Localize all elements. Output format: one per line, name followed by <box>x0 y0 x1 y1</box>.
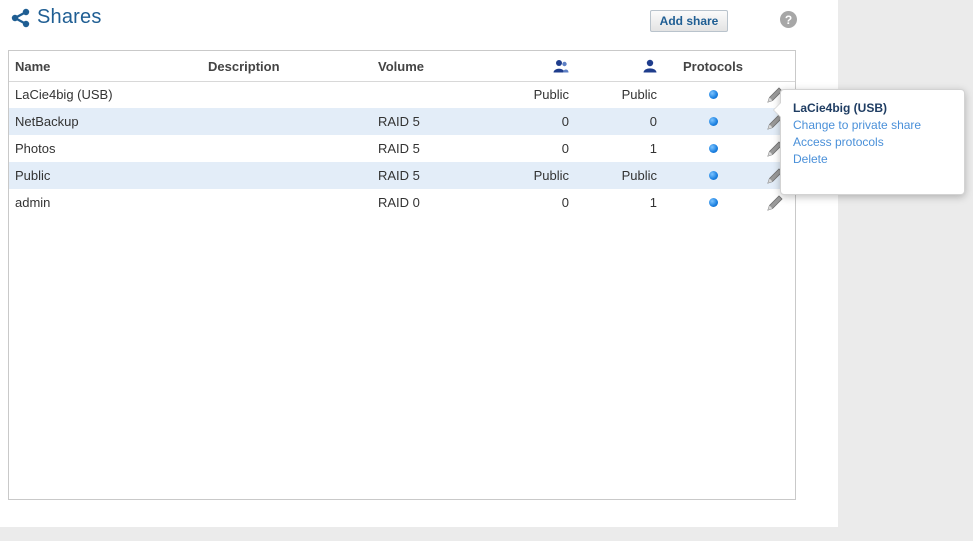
share-description <box>208 135 358 162</box>
protocol-status-dot <box>708 90 718 99</box>
share-groups: Public <box>533 87 569 102</box>
share-volume: RAID 0 <box>378 195 420 210</box>
table-row[interactable]: NetBackup RAID 5 0 0 <box>9 108 795 135</box>
page-title: Shares <box>37 6 102 28</box>
change-to-private-share-link[interactable]: Change to private share <box>793 117 964 134</box>
share-users: Public <box>621 168 657 183</box>
help-icon[interactable]: ? <box>780 11 797 28</box>
share-groups: 0 <box>561 114 569 129</box>
share-volume: RAID 5 <box>378 141 420 156</box>
share-users: Public <box>621 87 657 102</box>
share-description <box>208 162 358 189</box>
add-share-button[interactable]: Add share <box>650 10 728 32</box>
panel-corner <box>818 507 838 527</box>
protocol-status-dot <box>708 117 718 126</box>
share-description <box>208 189 358 216</box>
user-icon <box>643 59 657 73</box>
column-header-groups[interactable] <box>479 51 569 81</box>
share-name: admin <box>15 195 51 210</box>
shares-table: Name Description Volume Protocols LaCie4… <box>8 50 796 500</box>
share-description <box>208 108 358 135</box>
share-name: NetBackup <box>15 114 79 129</box>
table-row[interactable]: LaCie4big (USB) Public Public <box>9 81 795 108</box>
column-header-users[interactable] <box>569 51 657 81</box>
share-groups: 0 <box>561 195 569 210</box>
table-row[interactable]: Photos RAID 5 0 1 <box>9 135 795 162</box>
protocol-status-dot <box>708 198 718 207</box>
table-row[interactable]: admin RAID 0 0 1 <box>9 189 795 216</box>
column-header-volume[interactable]: Volume <box>378 51 488 81</box>
share-description <box>208 81 358 108</box>
pencil-edit-icon[interactable] <box>765 193 785 213</box>
share-icon <box>11 8 30 27</box>
popover-title: LaCie4big (USB) <box>793 101 888 115</box>
share-name: Photos <box>15 141 56 156</box>
share-volume <box>378 81 488 108</box>
share-groups: Public <box>533 168 569 183</box>
delete-link[interactable]: Delete <box>793 151 964 168</box>
table-header-row: Name Description Volume Protocols <box>9 51 795 82</box>
users-group-icon <box>553 60 569 73</box>
share-users: 0 <box>649 114 657 129</box>
column-header-name[interactable]: Name <box>15 51 195 81</box>
share-actions-popover: LaCie4big (USB) Change to private share … <box>773 89 965 195</box>
protocol-status-dot <box>708 171 718 180</box>
share-groups: 0 <box>561 141 569 156</box>
share-volume: RAID 5 <box>378 114 420 129</box>
page-header: Shares <box>10 6 102 29</box>
bottom-margin-background <box>0 527 838 541</box>
column-header-description[interactable]: Description <box>208 51 358 81</box>
share-volume: RAID 5 <box>378 168 420 183</box>
share-name: Public <box>15 168 51 183</box>
share-name: LaCie4big (USB) <box>15 87 113 102</box>
right-sidebar-background <box>838 0 973 541</box>
share-users: 1 <box>649 195 657 210</box>
share-users: 1 <box>649 141 657 156</box>
column-header-protocols[interactable]: Protocols <box>674 51 752 81</box>
protocol-status-dot <box>708 144 718 153</box>
table-row[interactable]: Public RAID 5 Public Public <box>9 162 795 189</box>
access-protocols-link[interactable]: Access protocols <box>793 134 964 151</box>
